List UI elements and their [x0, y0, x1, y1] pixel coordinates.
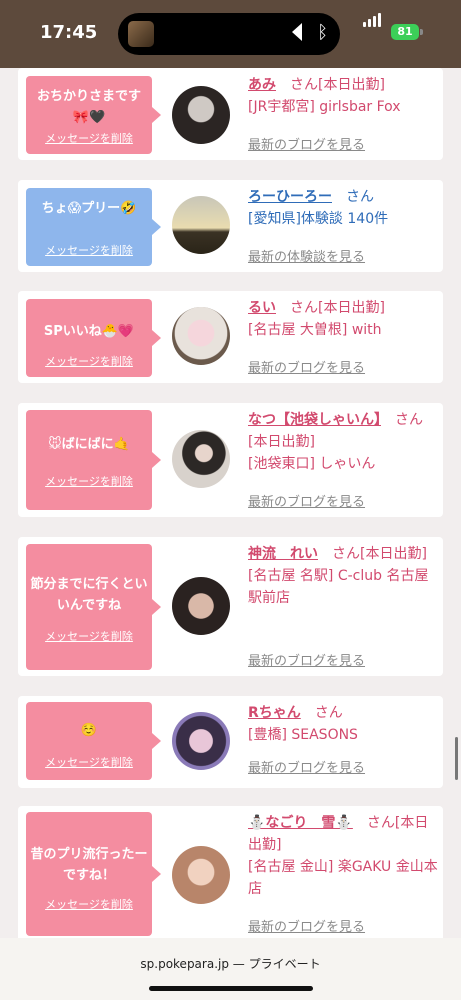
cast-name[interactable]: 神流 れい — [248, 546, 318, 562]
avatar[interactable] — [172, 577, 230, 635]
avatar[interactable] — [172, 196, 230, 254]
honorific: さん — [346, 189, 374, 205]
message-text: 昔のプリ流行ったーですね！ — [30, 847, 148, 883]
home-indicator[interactable] — [149, 986, 313, 991]
delete-message-link[interactable]: メッセージを削除 — [26, 628, 152, 644]
message-bubble[interactable]: ちょ😱プリー🤣 メッセージを削除 — [26, 188, 161, 266]
message-card: 🐭ばにばに🤙 メッセージを削除 なつ【池袋しゃいん】 さん [本日出勤] [池袋東… — [18, 403, 443, 517]
profile-info: あみ さん[本日出勤] [JR宇都宮] girlsbar Fox — [248, 74, 438, 118]
shop-info: [名古屋 大曽根] with — [248, 322, 382, 338]
cast-name[interactable]: なつ【池袋しゃいん】 — [248, 412, 381, 428]
message-text: 🐭ばにばに🤙 — [48, 437, 130, 452]
latest-blog-link[interactable]: 最新のブログを見る — [248, 916, 365, 935]
message-bubble[interactable]: 節分までに行くといいんですね メッセージを削除 — [26, 544, 161, 670]
cast-name[interactable]: Rちゃん — [248, 705, 301, 721]
message-card: 昔のプリ流行ったーですね！ メッセージを削除 ⛄なごり 雪⛄ さん[本日出勤] … — [18, 806, 443, 946]
delete-message-link[interactable]: メッセージを削除 — [26, 242, 152, 258]
message-text: SPいいね🐣💗 — [43, 324, 135, 339]
attendance-status: [本日出勤] — [318, 300, 385, 316]
dynamic-island: ᛒ — [118, 13, 340, 55]
clock: 17:45 — [40, 22, 98, 43]
honorific: さん — [332, 546, 360, 562]
honorific: さん — [366, 815, 395, 831]
cast-name[interactable]: るい — [248, 300, 276, 316]
message-text: 節分までに行くといいんですね — [30, 577, 148, 613]
message-text: おちかりさまです🎀🖤 — [36, 89, 141, 125]
shop-info: [豊橋] SEASONS — [248, 727, 358, 743]
speaker-icon — [292, 23, 302, 41]
profile-info: Rちゃん さん [豊橋] SEASONS — [248, 702, 438, 746]
message-bubble[interactable]: SPいいね🐣💗 メッセージを削除 — [26, 299, 161, 377]
shop-info: [名古屋 金山] 楽GAKU 金山本店 — [248, 859, 438, 897]
delete-message-link[interactable]: メッセージを削除 — [26, 754, 152, 770]
profile-info: 神流 れい さん[本日出勤] [名古屋 名駅] C-club 名古屋駅前店 — [248, 543, 438, 609]
attendance-status: [本日出勤] — [248, 434, 315, 450]
shop-info: [池袋東口] しゃいん — [248, 456, 376, 472]
now-playing-thumbnail — [128, 21, 154, 47]
shop-info: [愛知県]体験談 140件 — [248, 211, 389, 227]
message-bubble[interactable]: 🐭ばにばに🤙 メッセージを削除 — [26, 410, 161, 510]
message-card: 節分までに行くといいんですね メッセージを削除 神流 れい さん[本日出勤] [… — [18, 537, 443, 676]
cast-name[interactable]: ろーひーろー — [248, 189, 332, 205]
profile-info: ⛄なごり 雪⛄ さん[本日出勤] [名古屋 金山] 楽GAKU 金山本店 — [248, 812, 438, 900]
avatar[interactable] — [172, 307, 230, 365]
latest-blog-link[interactable]: 最新のブログを見る — [248, 650, 365, 669]
delete-message-link[interactable]: メッセージを削除 — [26, 896, 152, 912]
avatar[interactable] — [172, 846, 230, 904]
avatar[interactable] — [172, 430, 230, 488]
status-bar: 17:45 ᛒ 81 — [0, 0, 461, 68]
honorific: さん — [314, 705, 343, 721]
avatar[interactable] — [172, 712, 230, 770]
shop-info: [JR宇都宮] girlsbar Fox — [248, 99, 401, 115]
message-text: ☺️ — [80, 723, 98, 738]
avatar[interactable] — [172, 86, 230, 144]
battery-icon: 81 — [391, 24, 419, 40]
honorific: さん — [395, 412, 423, 428]
message-bubble[interactable]: 昔のプリ流行ったーですね！ メッセージを削除 — [26, 812, 161, 936]
message-card: SPいいね🐣💗 メッセージを削除 るい さん[本日出勤] [名古屋 大曽根] w… — [18, 291, 443, 383]
shop-info: [名古屋 名駅] C-club 名古屋駅前店 — [248, 568, 429, 606]
cast-name[interactable]: あみ — [248, 77, 276, 93]
honorific: さん — [290, 300, 318, 316]
message-bubble[interactable]: ☺️ メッセージを削除 — [26, 702, 161, 780]
latest-blog-link[interactable]: 最新のブログを見る — [248, 357, 365, 376]
profile-info: ろーひーろー さん [愛知県]体験談 140件 — [248, 186, 438, 230]
bluetooth-icon: ᛒ — [317, 22, 328, 43]
profile-info: なつ【池袋しゃいん】 さん [本日出勤] [池袋東口] しゃいん — [248, 409, 438, 475]
scrollbar[interactable] — [455, 737, 458, 780]
delete-message-link[interactable]: メッセージを削除 — [26, 130, 152, 146]
delete-message-link[interactable]: メッセージを削除 — [26, 353, 152, 369]
delete-message-link[interactable]: メッセージを削除 — [26, 473, 152, 489]
message-card: ☺️ メッセージを削除 Rちゃん さん [豊橋] SEASONS 最新のブログを… — [18, 696, 443, 788]
url-text[interactable]: sp.pokepara.jp — プライベート — [0, 955, 461, 972]
attendance-status: [本日出勤] — [318, 77, 385, 93]
message-card: おちかりさまです🎀🖤 メッセージを削除 あみ さん[本日出勤] [JR宇都宮] … — [18, 68, 443, 160]
latest-review-link[interactable]: 最新の体験談を見る — [248, 246, 365, 265]
battery-cap — [420, 29, 423, 35]
latest-blog-link[interactable]: 最新のブログを見る — [248, 757, 365, 776]
message-bubble[interactable]: おちかりさまです🎀🖤 メッセージを削除 — [26, 76, 161, 154]
honorific: さん — [290, 77, 318, 93]
message-card: ちょ😱プリー🤣 メッセージを削除 ろーひーろー さん [愛知県]体験談 140件… — [18, 180, 443, 272]
message-text: ちょ😱プリー🤣 — [41, 201, 137, 216]
profile-info: るい さん[本日出勤] [名古屋 大曽根] with — [248, 297, 438, 341]
latest-blog-link[interactable]: 最新のブログを見る — [248, 134, 365, 153]
latest-blog-link[interactable]: 最新のブログを見る — [248, 491, 365, 510]
attendance-status: [本日出勤] — [360, 546, 427, 562]
cast-name[interactable]: ⛄なごり 雪⛄ — [248, 815, 353, 831]
